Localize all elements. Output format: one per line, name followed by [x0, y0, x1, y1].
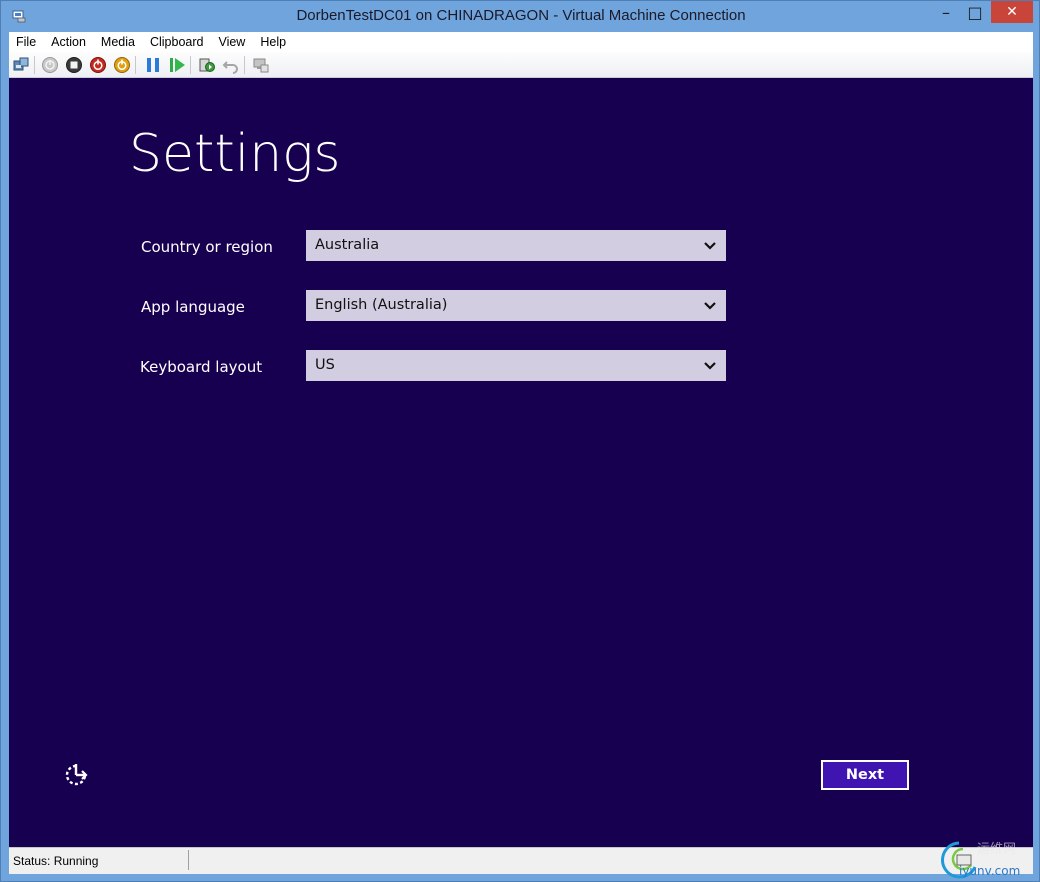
app-language-label: App language [141, 298, 245, 316]
turn-off-icon [66, 57, 82, 73]
shutdown-icon [90, 57, 106, 73]
menu-media[interactable]: Media [94, 32, 143, 52]
keyboard-layout-label: Keyboard layout [140, 358, 263, 376]
vm-connection-window: DorbenTestDC01 on CHINADRAGON - Virtual … [0, 0, 1040, 882]
chevron-down-icon [704, 302, 716, 310]
maximize-button[interactable]: □ [963, 1, 987, 23]
resume-button[interactable] [168, 56, 186, 74]
turn-off-button[interactable] [65, 56, 83, 74]
country-value: Australia [315, 237, 380, 253]
keyboard-layout-value: US [315, 357, 335, 373]
close-icon: ✕ [1006, 4, 1018, 20]
page-title: Settings [129, 124, 341, 184]
status-bar: Status: Running [9, 847, 1033, 874]
minimize-icon: – [942, 2, 950, 22]
ease-of-access-icon[interactable] [63, 762, 89, 788]
watermark-logo: 运维网 iyunv.com [941, 841, 1020, 879]
checkpoint-button[interactable] [198, 56, 216, 74]
revert-button[interactable] [222, 56, 240, 74]
toolbar-separator [190, 56, 191, 74]
pause-icon [147, 58, 159, 72]
menu-file[interactable]: File [9, 32, 44, 52]
window-title: DorbenTestDC01 on CHINADRAGON - Virtual … [296, 7, 746, 24]
resume-icon [170, 58, 185, 72]
start-icon [42, 57, 58, 73]
toolbar-separator [34, 56, 35, 74]
checkpoint-icon [199, 58, 215, 72]
maximize-icon: □ [967, 2, 983, 22]
country-dropdown[interactable]: Australia [306, 230, 726, 261]
toolbar-separator [244, 56, 245, 74]
watermark-text: 运维网 [977, 842, 1016, 857]
menu-action[interactable]: Action [44, 32, 94, 52]
enhanced-session-icon [253, 58, 269, 73]
save-state-icon [114, 57, 130, 73]
toolbar-separator [135, 56, 136, 74]
app-language-dropdown[interactable]: English (Australia) [306, 290, 726, 321]
chevron-down-icon [704, 242, 716, 250]
save-state-button[interactable] [113, 56, 131, 74]
chevron-down-icon [704, 362, 716, 370]
shutdown-button[interactable] [89, 56, 107, 74]
close-button[interactable]: ✕ [991, 1, 1033, 23]
vm-screen[interactable]: Settings Country or region Australia App… [9, 78, 1033, 847]
start-button[interactable] [41, 56, 59, 74]
title-bar[interactable]: DorbenTestDC01 on CHINADRAGON - Virtual … [1, 1, 1040, 32]
menu-bar: File Action Media Clipboard View Help [9, 32, 1033, 52]
minimize-button[interactable]: – [935, 1, 957, 23]
menu-help[interactable]: Help [253, 32, 294, 52]
menu-clipboard[interactable]: Clipboard [143, 32, 212, 52]
ctrl-alt-del-icon [13, 57, 29, 71]
revert-icon [222, 61, 238, 74]
ctrl-alt-del-button[interactable] [12, 56, 30, 74]
menu-view[interactable]: View [211, 32, 253, 52]
watermark-subtext: iyunv.com [959, 864, 1020, 878]
country-label: Country or region [141, 238, 273, 256]
status-text: Status: Running [13, 854, 99, 868]
app-language-value: English (Australia) [315, 297, 448, 313]
enhanced-session-button[interactable] [252, 56, 270, 74]
status-separator [188, 850, 189, 870]
keyboard-layout-dropdown[interactable]: US [306, 350, 726, 381]
next-button[interactable]: Next [821, 760, 909, 790]
pause-button[interactable] [144, 56, 162, 74]
toolbar [9, 52, 1033, 78]
